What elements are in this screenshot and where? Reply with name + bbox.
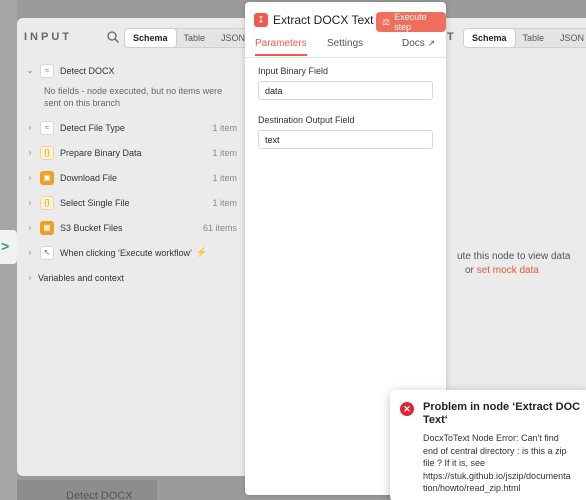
output-empty-message: ute this node to view data or set mock d… [445, 250, 586, 278]
input-view-tabs: Schema Table JSON [124, 28, 255, 48]
tree-item-label: Variables and context [38, 272, 124, 283]
input-panel: INPUT Schema Table JSON ⌄ ≈ Detect DOCX … [17, 18, 255, 476]
output-title: T [447, 31, 457, 43]
chevron-right-icon[interactable]: › [24, 198, 36, 207]
output-message-text: ute this node to view data [457, 251, 571, 262]
set-mock-data-link[interactable]: set mock data [477, 265, 539, 276]
extract-document-icon: ↧ [254, 13, 268, 27]
lightning-bolt-icon: ⚡ [196, 247, 208, 257]
toast-body: DocxToText Node Error: Can't find end of… [423, 433, 571, 493]
node-tabs: Parameters Settings Docs ↗ [245, 38, 446, 58]
wifi-icon: ≈ [40, 120, 54, 135]
node-title[interactable]: Extract DOCX Text [273, 13, 373, 27]
wifi-icon: ≈ [40, 63, 54, 78]
tab-json[interactable]: JSON [552, 29, 586, 47]
chevron-right-icon[interactable]: › [24, 173, 36, 182]
chevron-right-icon[interactable]: › [24, 223, 36, 232]
destination-output-field-label: Destination Output Field [258, 115, 355, 125]
item-count: 1 item [212, 147, 237, 158]
output-message-or: or [465, 265, 474, 276]
tree-item-manual-trigger[interactable]: › ↖ When clicking ‘Execute workflow’ ⚡ [24, 240, 237, 265]
search-icon[interactable] [106, 30, 120, 44]
tree-item-label: Detect File Type [60, 122, 125, 133]
chevron-down-icon[interactable]: ⌄ [24, 66, 36, 75]
error-icon: ✕ [400, 402, 414, 416]
tab-docs[interactable]: Docs ↗ [402, 38, 435, 54]
tree-item-detect-file-type[interactable]: › ≈ Detect File Type 1 item [24, 115, 237, 140]
execute-step-label: Execute step [394, 12, 427, 32]
tab-table[interactable]: Table [515, 29, 553, 47]
canvas-bottom-label: Detect DOCX [66, 490, 133, 500]
external-link-icon: ↗ [427, 38, 436, 48]
docs-label: Docs [402, 38, 425, 49]
item-count: 1 item [212, 122, 237, 133]
error-toast: ✕ Problem in node ‘Extract DOC Text‘ Doc… [390, 390, 586, 500]
chevron-right-icon[interactable]: › [24, 273, 36, 282]
tree-item-label: Detect DOCX [60, 65, 115, 76]
tree-item-label: Prepare Binary Data [60, 147, 142, 158]
tree-item-prepare-binary-data[interactable]: › {} Prepare Binary Data 1 item [24, 140, 237, 165]
chevron-right-icon[interactable]: › [24, 123, 36, 132]
download-icon: ▣ [40, 170, 54, 185]
node-connector-arrow-icon: > [1, 238, 10, 254]
parameters-form: Input Binary Field data Destination Outp… [258, 66, 433, 164]
empty-branch-note: No fields - node executed, but no items … [44, 86, 223, 108]
s3-icon: ▦ [40, 220, 54, 235]
braces-icon: {} [40, 195, 54, 210]
chevron-right-icon[interactable]: › [24, 248, 36, 257]
input-binary-field[interactable]: data [258, 81, 433, 100]
output-view-tabs: Schema Table JSON [463, 28, 586, 48]
tree-item-detect-docx[interactable]: ⌄ ≈ Detect DOCX [24, 58, 237, 83]
item-count: 1 item [212, 172, 237, 183]
cursor-click-icon: ↖ [40, 245, 54, 260]
tree-item-label: Download File [60, 172, 118, 183]
input-binary-field-label: Input Binary Field [258, 66, 329, 76]
item-count: 61 items [202, 222, 237, 233]
tree-item-label: Select Single File [60, 197, 130, 208]
destination-output-field[interactable]: text [258, 130, 433, 149]
flask-icon: ⚖ [382, 16, 391, 27]
tab-settings[interactable]: Settings [327, 38, 363, 54]
chevron-right-icon[interactable]: › [24, 148, 36, 157]
tab-schema[interactable]: Schema [125, 29, 176, 47]
tree-item-variables[interactable]: › Variables and context [24, 265, 237, 290]
tree-item-download-file[interactable]: › ▣ Download File 1 item [24, 165, 237, 190]
tree-item-s3-bucket-files[interactable]: › ▦ S3 Bucket Files 61 items [24, 215, 237, 240]
toast-title: Problem in node ‘Extract DOC Text‘ [423, 401, 581, 426]
braces-icon: {} [40, 145, 54, 160]
tab-schema[interactable]: Schema [464, 29, 515, 47]
execute-step-button[interactable]: ⚖ Execute step [376, 12, 446, 32]
input-title: INPUT [24, 31, 72, 43]
tree-item-label: S3 Bucket Files [60, 222, 123, 233]
tree-item-label: When clicking ‘Execute workflow’ [60, 247, 193, 258]
tree-item-select-single-file[interactable]: › {} Select Single File 1 item [24, 190, 237, 215]
tab-table[interactable]: Table [176, 29, 214, 47]
tab-parameters[interactable]: Parameters [255, 38, 307, 56]
input-header: INPUT Schema Table JSON [24, 28, 255, 48]
input-tree: ⌄ ≈ Detect DOCX No fields - node execute… [24, 58, 237, 290]
item-count: 1 item [212, 197, 237, 208]
